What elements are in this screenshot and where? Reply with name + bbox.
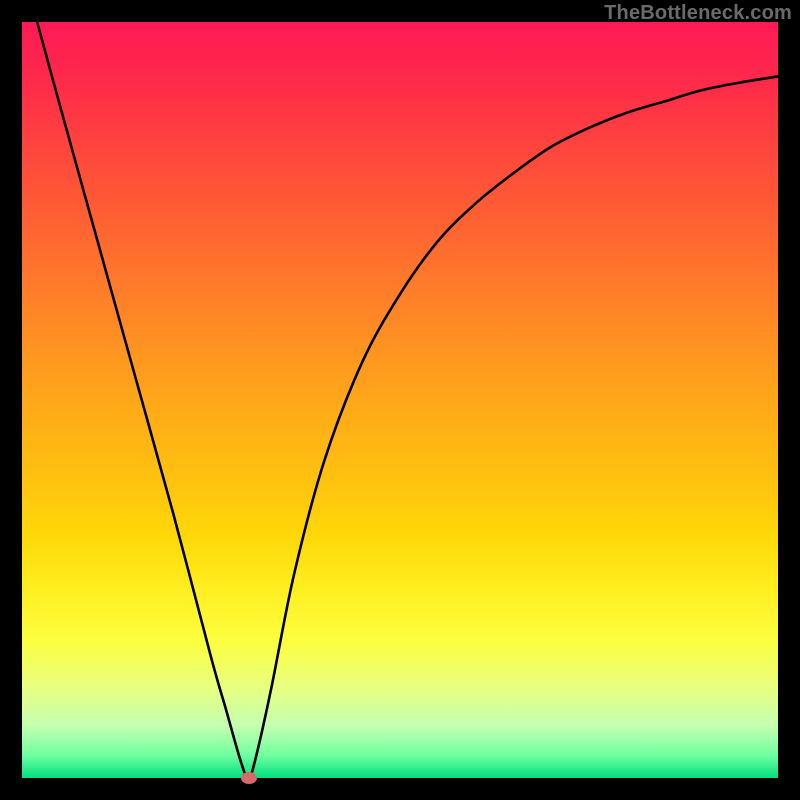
curve-svg (22, 22, 778, 778)
chart-frame: TheBottleneck.com (0, 0, 800, 800)
minimum-marker-icon (241, 772, 257, 784)
bottleneck-curve (37, 22, 778, 778)
plot-area (22, 22, 778, 778)
watermark-text: TheBottleneck.com (604, 2, 792, 25)
